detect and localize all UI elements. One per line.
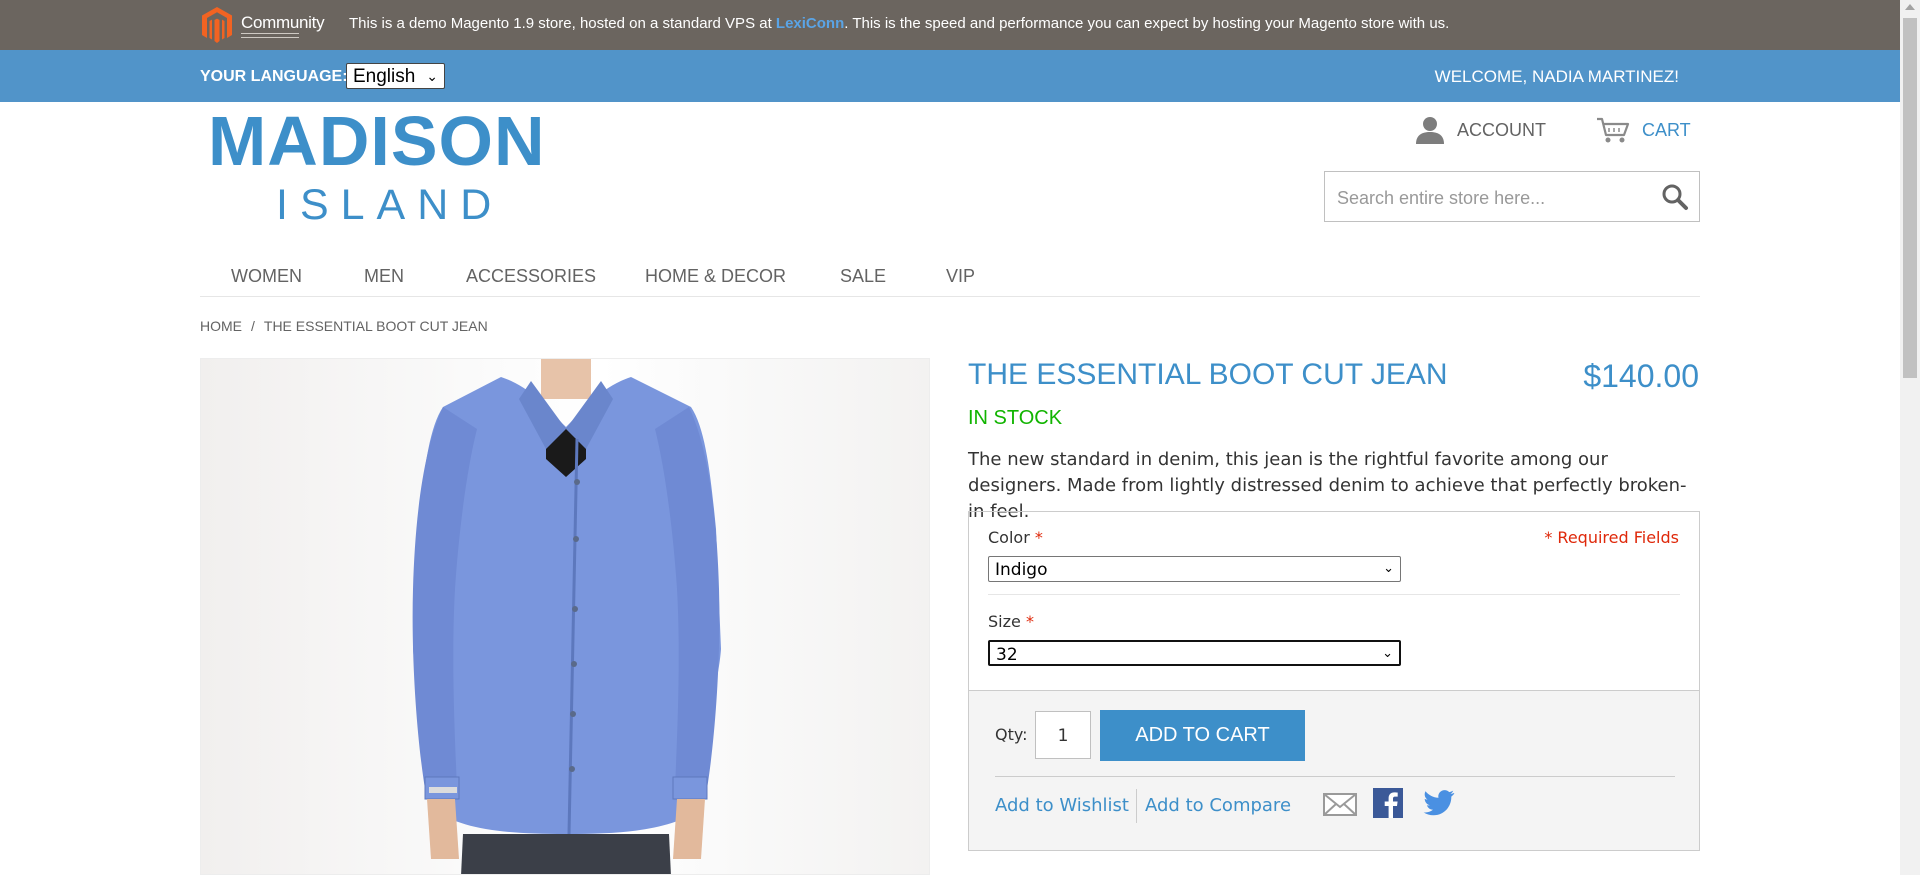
demo-message-after: . This is the speed and performance you … — [844, 15, 1450, 32]
nav-item-home-decor[interactable]: HOME & DECOR — [645, 266, 786, 287]
color-required-mark: * — [1034, 528, 1043, 547]
size-select-value: 32 — [996, 645, 1018, 665]
cart-label: CART — [1642, 119, 1691, 140]
magento-community-logo: Community — [200, 6, 325, 44]
account-label: ACCOUNT — [1457, 119, 1546, 140]
options-divider — [988, 594, 1680, 595]
breadcrumb-current: THE ESSENTIAL BOOT CUT JEAN — [263, 318, 488, 334]
account-link[interactable]: ACCOUNT — [1415, 116, 1546, 144]
magento-logo-icon — [202, 7, 232, 43]
search-icon — [1662, 184, 1688, 210]
lexiconn-link[interactable]: LexiConn — [776, 15, 844, 32]
breadcrumb-separator: / — [251, 318, 255, 334]
main-navigation: WOMEN MEN ACCESSORIES HOME & DECOR SALE … — [200, 262, 1700, 297]
nav-item-vip[interactable]: VIP — [946, 266, 975, 287]
add-to-cart-box: Qty: 1 ADD TO CART Add to Wishlist Add t… — [968, 691, 1700, 851]
nav-item-men[interactable]: MEN — [364, 266, 404, 287]
color-select-value: Indigo — [995, 560, 1048, 580]
nav-item-accessories[interactable]: ACCESSORIES — [466, 266, 596, 287]
link-separator — [1136, 789, 1137, 823]
required-fields-note: * Required Fields — [1544, 528, 1679, 547]
color-select[interactable]: Indigo ⌄ — [988, 556, 1401, 582]
cart-icon — [1597, 117, 1630, 143]
product-price: $140.00 — [1583, 358, 1699, 394]
nav-item-sale[interactable]: SALE — [840, 266, 886, 287]
color-label: Color * — [988, 528, 1043, 547]
email-icon[interactable] — [1323, 791, 1357, 817]
breadcrumb: HOME / THE ESSENTIAL BOOT CUT JEAN — [200, 318, 488, 334]
product-image[interactable] — [200, 358, 930, 875]
size-required-mark: * — [1025, 612, 1034, 631]
search-input[interactable] — [1335, 184, 1649, 212]
size-label: Size * — [988, 612, 1034, 631]
chevron-down-icon: ⌄ — [426, 68, 438, 84]
page-scrollbar[interactable] — [1900, 0, 1920, 875]
language-label: YOUR LANGUAGE: — [200, 68, 348, 85]
scroll-up-icon[interactable] — [1905, 4, 1915, 10]
language-bar: YOUR LANGUAGE: English ⌄ WELCOME, NADIA … — [0, 50, 1900, 102]
facebook-icon[interactable] — [1373, 788, 1403, 818]
language-select-value: English — [353, 66, 416, 87]
logo-island-text: ISLAND — [276, 181, 504, 229]
add-to-compare-link[interactable]: Add to Compare — [1145, 795, 1291, 816]
community-logo-underline — [241, 33, 299, 38]
chevron-down-icon: ⌄ — [1382, 645, 1393, 660]
search-button[interactable] — [1661, 183, 1689, 211]
language-select[interactable]: English ⌄ — [346, 63, 445, 89]
chevron-down-icon: ⌄ — [1383, 560, 1394, 575]
stock-status: IN STOCK — [968, 407, 1063, 429]
add-to-wishlist-link[interactable]: Add to Wishlist — [995, 795, 1129, 816]
color-label-text: Color — [988, 528, 1030, 547]
breadcrumb-home[interactable]: HOME — [200, 318, 242, 334]
add-to-cart-button[interactable]: ADD TO CART — [1100, 710, 1305, 761]
size-select[interactable]: 32 ⌄ — [988, 640, 1401, 666]
product-title: THE ESSENTIAL BOOT CUT JEAN — [968, 358, 1448, 391]
account-icon — [1416, 117, 1444, 144]
logo-madison-text: MADISON — [208, 102, 546, 180]
twitter-icon[interactable] — [1423, 789, 1455, 817]
demo-notice-bar: Community This is a demo Magento 1.9 sto… — [0, 0, 1920, 50]
demo-message: This is a demo Magento 1.9 store, hosted… — [349, 15, 1449, 32]
product-options: Color * * Required Fields Indigo ⌄ Size … — [968, 511, 1700, 691]
nav-item-women[interactable]: WOMEN — [231, 266, 302, 287]
demo-message-before: This is a demo Magento 1.9 store, hosted… — [349, 15, 776, 32]
search-form — [1324, 171, 1700, 222]
welcome-message: WELCOME, NADIA MARTINEZ! — [1434, 67, 1679, 86]
qty-input[interactable]: 1 — [1035, 711, 1091, 759]
community-logo-text: Community — [241, 13, 325, 32]
size-label-text: Size — [988, 612, 1021, 631]
cart-divider — [995, 776, 1675, 777]
product-photo — [412, 359, 721, 874]
scrollbar-thumb[interactable] — [1903, 18, 1917, 378]
cart-link[interactable]: CART — [1596, 116, 1691, 144]
qty-label: Qty: — [995, 725, 1028, 744]
qty-input-value: 1 — [1057, 726, 1069, 746]
